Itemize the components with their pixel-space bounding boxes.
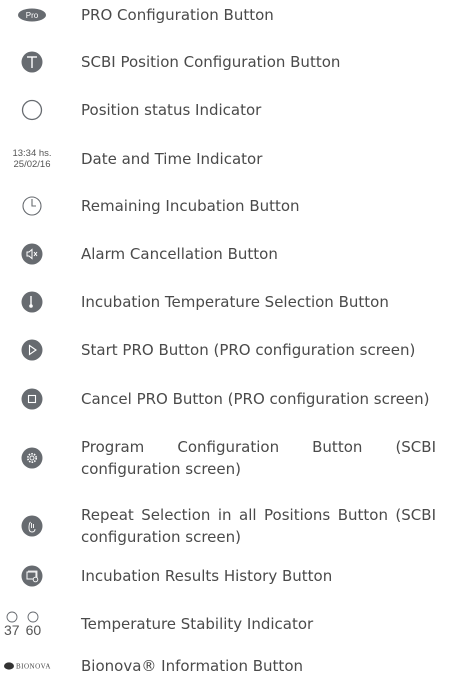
pro-icon: Pro [0, 4, 64, 26]
legend-row-start-pro: Start PRO Button (PRO configuration scre… [0, 339, 449, 361]
thermometer-icon [0, 290, 64, 314]
mute-icon [0, 242, 64, 266]
history-icon [0, 564, 64, 588]
gear-icon [0, 446, 64, 470]
legend-row-history: Incubation Results History Button [0, 565, 449, 587]
legend-label: Cancel PRO Button (PRO configuration scr… [81, 390, 430, 408]
time-text: 13:34 hs. [12, 148, 52, 159]
legend-label: Bionova® Information Button [81, 657, 303, 675]
datetime-icon: 13:34 hs. 25/02/16 [0, 146, 64, 172]
legend-row-alarm-cancel: Alarm Cancellation Button [0, 243, 449, 265]
temp-37-text: 37 [4, 622, 20, 638]
bionova-logo-text: BIONOVA [16, 663, 51, 671]
legend-label: Date and Time Indicator [81, 150, 263, 168]
clock-icon [0, 194, 64, 218]
legend-row-temperature-stability: 37 60 Temperature Stability Indicator [0, 611, 449, 637]
legend-row-datetime: 13:34 hs. 25/02/16 Date and Time Indicat… [0, 146, 449, 172]
legend-row-pro: Pro PRO Configuration Button [0, 4, 449, 26]
legend-row-cancel-pro: Cancel PRO Button (PRO configuration scr… [0, 388, 449, 410]
legend-label: Position status Indicator [81, 101, 262, 119]
legend-row-remaining-incubation: Remaining Incubation Button [0, 195, 449, 217]
legend-label: Incubation Results History Button [81, 567, 333, 585]
legend-row-position-status: Position status Indicator [0, 99, 449, 121]
legend-label: Repeat Selection in all Positions Button… [81, 506, 436, 546]
date-text: 25/02/16 [13, 159, 51, 170]
legend-row-incubation-temperature: Incubation Temperature Selection Button [0, 291, 449, 313]
legend-label: Program Configuration Button (SCBI confi… [81, 438, 436, 478]
temp-60-text: 60 [25, 622, 42, 638]
legend-label: Remaining Incubation Button [81, 197, 300, 215]
temp-60-indicator: 60 [25, 611, 42, 638]
legend-label: Start PRO Button (PRO configuration scre… [81, 341, 416, 359]
temperature-stability-icon: 37 60 [0, 611, 68, 637]
legend-label: Temperature Stability Indicator [81, 615, 314, 633]
scbi-position-icon [0, 50, 64, 74]
play-icon [0, 338, 64, 362]
legend-row-bionova: BIONOVA Bionova® Information Button [0, 655, 449, 677]
pro-icon-text: Pro [26, 11, 39, 20]
bionova-logo-icon: BIONOVA [0, 655, 67, 677]
legend-label: Incubation Temperature Selection Button [81, 293, 389, 311]
hand-icon [0, 514, 64, 538]
legend-row-repeat-selection: Repeat Selection in all Positions Button… [0, 504, 449, 548]
legend-label: PRO Configuration Button [81, 6, 274, 24]
position-status-icon [0, 98, 64, 122]
legend-row-scbi-position: SCBI Position Configuration Button [0, 51, 449, 73]
temp-37-indicator: 37 [4, 611, 20, 637]
legend-label: SCBI Position Configuration Button [81, 53, 341, 71]
legend-row-program-configuration: Program Configuration Button (SCBI confi… [0, 436, 449, 480]
legend-label: Alarm Cancellation Button [81, 245, 278, 263]
stop-icon [0, 387, 64, 411]
